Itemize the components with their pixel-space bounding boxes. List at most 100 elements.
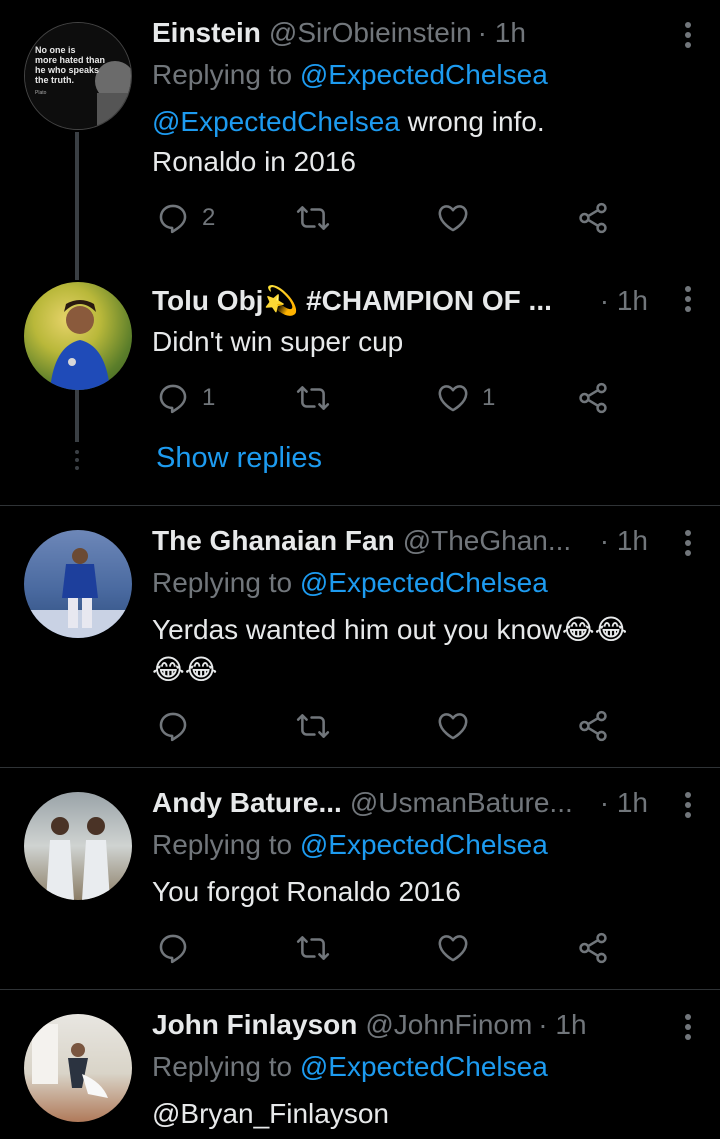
- timestamp[interactable]: · 1h: [600, 786, 648, 820]
- replying-to: Replying to @ExpectedChelsea: [152, 828, 548, 862]
- reply-button[interactable]: [156, 928, 190, 968]
- avatar[interactable]: [24, 1014, 132, 1122]
- retweet-icon: [296, 931, 330, 965]
- like-button[interactable]: [436, 706, 470, 746]
- tweet-john-finlayson[interactable]: John Finlayson @JohnFinom · 1h Replying …: [0, 990, 720, 1139]
- avatar-player-image: [24, 548, 132, 638]
- username[interactable]: @SirObieinstein: [269, 16, 472, 50]
- heart-icon: [436, 381, 470, 415]
- more-icon[interactable]: [684, 792, 692, 822]
- reply-icon: [156, 709, 190, 743]
- like-button[interactable]: 1: [436, 378, 495, 418]
- avatar-quote-image: No one is more hated than he who speaks …: [25, 23, 131, 129]
- display-name[interactable]: John Finlayson: [152, 1008, 357, 1042]
- tweet-header: Tolu Obj💫 #CHAMPION OF ... · 1h: [152, 284, 660, 318]
- tweet-text: @ExpectedChelsea wrong info. Ronaldo in …: [152, 102, 680, 182]
- tweet-text-line-2: 😂😂: [152, 654, 218, 685]
- display-name[interactable]: Andy Bature...: [152, 786, 342, 820]
- thread-line: [75, 132, 79, 260]
- retweet-button[interactable]: [296, 928, 330, 968]
- avatar[interactable]: No one is more hated than he who speaks …: [24, 22, 132, 130]
- tweet-ghanaian-fan[interactable]: The Ghanaian Fan @TheGhan... · 1h Replyi…: [0, 506, 720, 767]
- avatar-photo-image: [46, 817, 110, 900]
- avatar[interactable]: [24, 282, 132, 390]
- tweet-text: You forgot Ronaldo 2016: [152, 876, 461, 907]
- more-icon[interactable]: [684, 1014, 692, 1044]
- action-bar: [152, 928, 632, 968]
- tweet-text-line-2: Ronaldo in 2016: [152, 146, 356, 177]
- tweet-tolu[interactable]: Tolu Obj💫 #CHAMPION OF ... · 1h Didn't w…: [0, 260, 720, 505]
- share-icon: [576, 931, 610, 965]
- heart-icon: [436, 201, 470, 235]
- timestamp[interactable]: · 1h: [478, 16, 526, 50]
- reply-button[interactable]: 2: [156, 198, 215, 238]
- replying-to-handle[interactable]: @ExpectedChelsea: [300, 567, 548, 598]
- reply-icon: [156, 201, 190, 235]
- avatar-quote-author: Plato: [35, 90, 47, 96]
- replying-to-handle[interactable]: @ExpectedChelsea: [300, 829, 548, 860]
- reply-icon: [156, 381, 190, 415]
- tweet-einstein[interactable]: No one is more hated than he who speaks …: [0, 0, 720, 260]
- replying-to-label: Replying to: [152, 567, 293, 598]
- more-icon[interactable]: [684, 22, 692, 52]
- retweet-button[interactable]: [296, 198, 330, 238]
- timestamp[interactable]: · 1h: [538, 1008, 586, 1042]
- share-button[interactable]: [576, 928, 610, 968]
- more-icon[interactable]: [684, 530, 692, 560]
- action-bar: 2: [152, 198, 632, 238]
- tweet-text: Yerdas wanted him out you know😂😂 😂😂: [152, 610, 680, 690]
- avatar[interactable]: [24, 530, 132, 638]
- reply-count: 1: [202, 384, 216, 411]
- display-name[interactable]: The Ghanaian Fan: [152, 524, 395, 558]
- replying-to: Replying to @ExpectedChelsea: [152, 58, 548, 92]
- like-button[interactable]: [436, 198, 470, 238]
- display-name[interactable]: Tolu Obj💫 #CHAMPION OF ...: [152, 284, 552, 318]
- thread-line: [75, 390, 79, 442]
- thread-dots: [75, 450, 79, 474]
- share-icon: [576, 381, 610, 415]
- share-button[interactable]: [576, 198, 610, 238]
- replying-to-handle[interactable]: @ExpectedChelsea: [300, 59, 548, 90]
- more-icon[interactable]: [684, 286, 692, 316]
- retweet-icon: [296, 709, 330, 743]
- replying-to: Replying to @ExpectedChelsea: [152, 566, 548, 600]
- retweet-button[interactable]: [296, 706, 330, 746]
- avatar-quote-line-2: more hated than: [35, 55, 105, 65]
- replying-to-label: Replying to: [152, 829, 293, 860]
- like-button[interactable]: [436, 928, 470, 968]
- share-icon: [576, 201, 610, 235]
- share-button[interactable]: [576, 706, 610, 746]
- avatar-player-image: [50, 300, 110, 390]
- replying-to: Replying to @ExpectedChelsea: [152, 1050, 548, 1084]
- retweet-icon: [296, 201, 330, 235]
- timestamp[interactable]: · 1h: [600, 284, 648, 318]
- tweet-andy-bature[interactable]: Andy Bature... @UsmanBature... · 1h Repl…: [0, 768, 720, 989]
- replying-to-label: Replying to: [152, 1051, 293, 1082]
- timestamp[interactable]: · 1h: [600, 524, 648, 558]
- reply-button[interactable]: [156, 706, 190, 746]
- tweet-text: Didn't win super cup: [152, 326, 404, 357]
- avatar[interactable]: [24, 792, 132, 900]
- share-button[interactable]: [576, 378, 610, 418]
- mention-link[interactable]: @Bryan_Finlayson: [152, 1094, 680, 1134]
- heart-icon: [436, 931, 470, 965]
- username[interactable]: @UsmanBature...: [350, 786, 573, 820]
- heart-icon: [436, 709, 470, 743]
- tweet-header: The Ghanaian Fan @TheGhan... · 1h: [152, 524, 660, 558]
- show-replies-link[interactable]: Show replies: [156, 442, 322, 475]
- avatar-quote-line-1: No one is: [35, 45, 76, 55]
- display-name[interactable]: Einstein: [152, 16, 261, 50]
- tweet-header: Andy Bature... @UsmanBature... · 1h: [152, 786, 660, 820]
- reply-button[interactable]: 1: [156, 378, 215, 418]
- replying-to-handle[interactable]: @ExpectedChelsea: [300, 1051, 548, 1082]
- mention-link[interactable]: @ExpectedChelsea: [152, 106, 400, 137]
- action-bar: 1 1: [152, 378, 632, 418]
- tweet-text-line-1: wrong info.: [399, 106, 545, 137]
- action-bar: [152, 706, 632, 746]
- tweet-header: John Finlayson @JohnFinom · 1h: [152, 1008, 660, 1042]
- retweet-icon: [296, 381, 330, 415]
- username[interactable]: @JohnFinom: [365, 1008, 532, 1042]
- retweet-button[interactable]: [296, 378, 330, 418]
- reply-icon: [156, 931, 190, 965]
- username[interactable]: @TheGhan...: [403, 524, 572, 558]
